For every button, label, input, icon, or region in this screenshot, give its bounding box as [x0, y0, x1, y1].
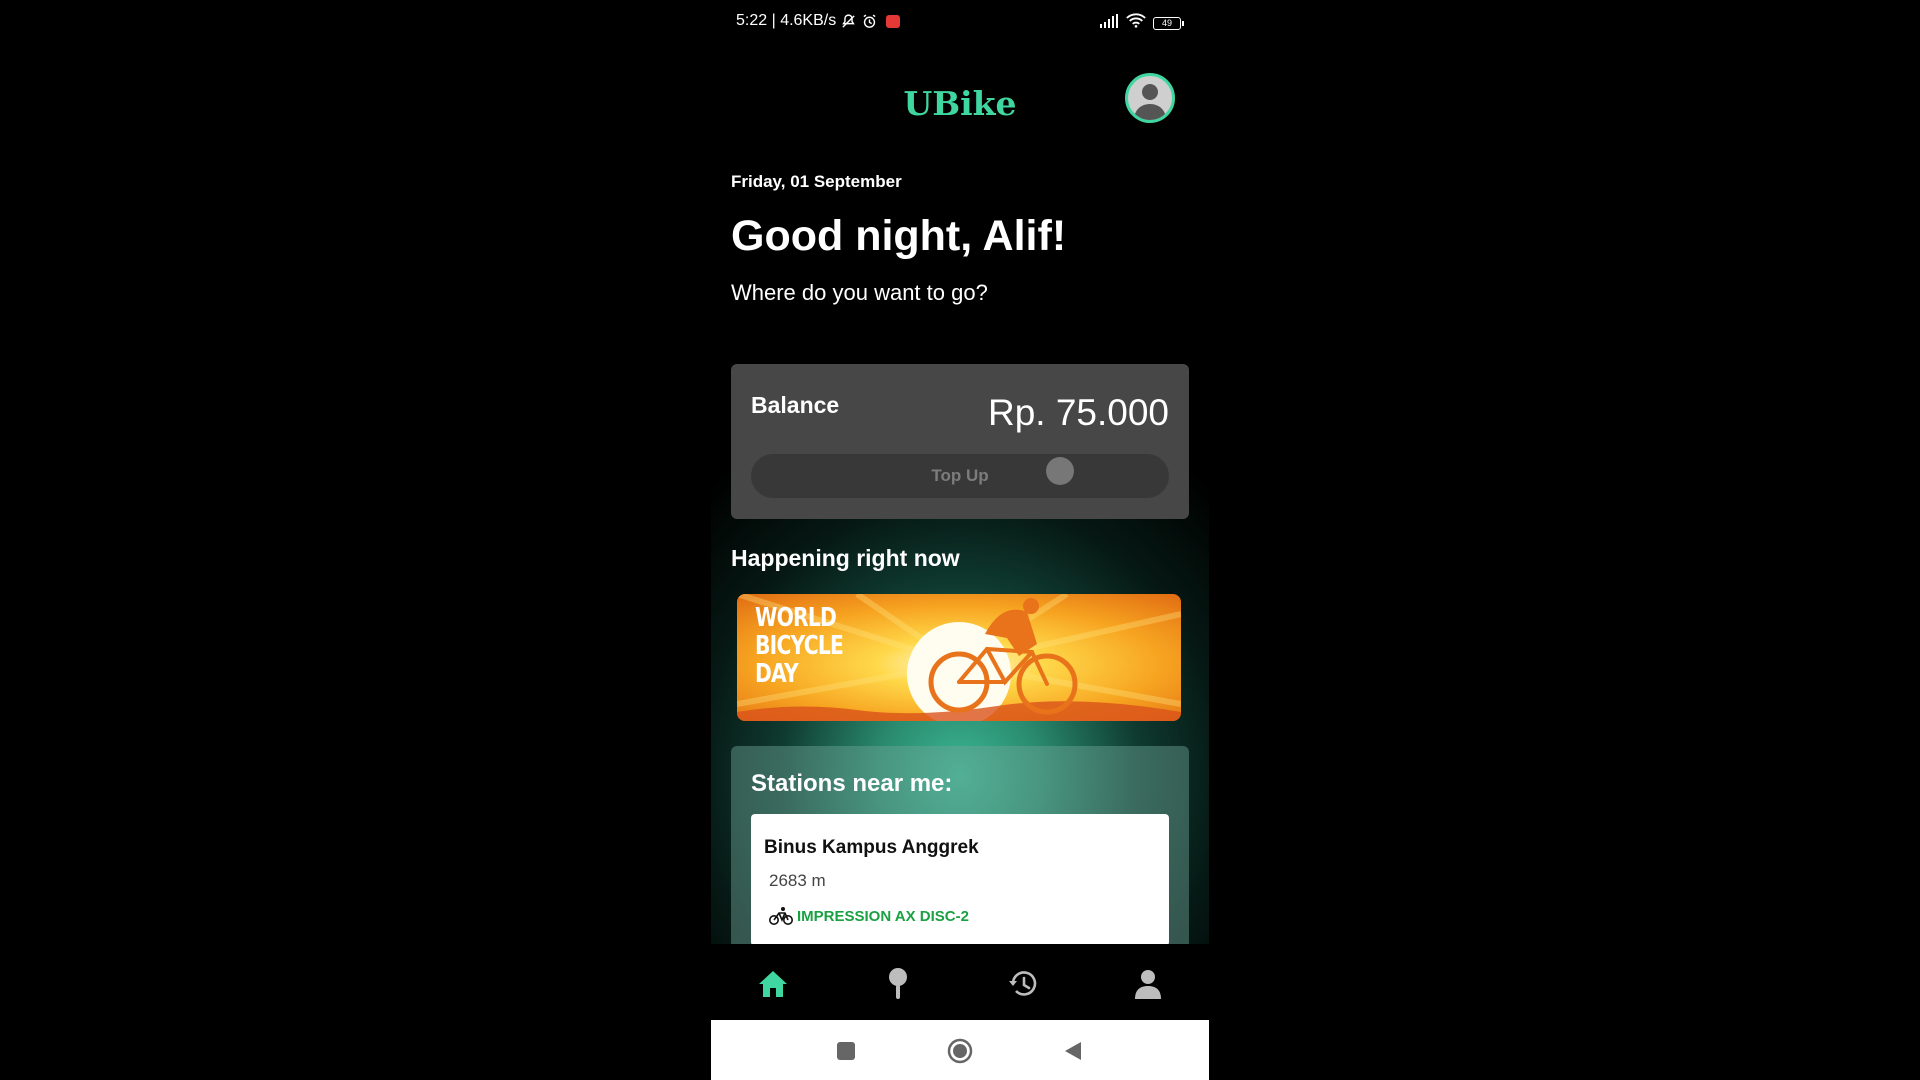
- station-bike-row: IMPRESSION AX DISC-2: [769, 906, 969, 926]
- history-icon: [1009, 971, 1037, 996]
- status-left: 5:22 | 4.6KB/s: [736, 12, 901, 30]
- profile-avatar[interactable]: [1125, 73, 1175, 123]
- home-system-button[interactable]: [947, 1038, 973, 1064]
- balance-label: Balance: [751, 392, 840, 418]
- nav-profile[interactable]: [1128, 964, 1168, 1004]
- main-content[interactable]: Balance Rp. 75.000 Top Up Happening righ…: [711, 343, 1209, 944]
- map-pin-icon: [889, 968, 907, 999]
- greeting-subtitle: Where do you want to go?: [731, 280, 988, 305]
- android-nav-bar: [711, 1020, 1209, 1080]
- recents-button[interactable]: [833, 1038, 859, 1064]
- happening-title: Happening right now: [731, 545, 960, 571]
- square-icon: [837, 1042, 855, 1060]
- date-label: Friday, 01 September: [731, 172, 902, 191]
- person-icon: [1135, 970, 1161, 999]
- avatar-person-icon: [1134, 84, 1166, 120]
- top-up-label: Top Up: [931, 466, 989, 485]
- mute-icon: [840, 13, 857, 30]
- status-right: 49: [1099, 13, 1184, 33]
- greeting-title: Good night, Alif!: [731, 212, 1067, 260]
- station-name: Binus Kampus Anggrek: [764, 837, 979, 858]
- status-bar: 5:22 | 4.6KB/s 49: [711, 0, 1209, 42]
- circle-icon: [947, 1038, 973, 1064]
- touch-indicator: [1046, 457, 1074, 485]
- back-button[interactable]: [1060, 1038, 1086, 1064]
- banner-title: WORLD BICYCLE DAY: [755, 603, 844, 689]
- signal-icon: [1099, 13, 1119, 33]
- battery-icon: 49: [1153, 16, 1184, 30]
- screen-record-icon: [886, 14, 901, 28]
- nav-map[interactable]: [878, 964, 918, 1004]
- home-icon: [759, 971, 787, 997]
- balance-value: Rp. 75.000: [987, 392, 1169, 433]
- stations-title: Stations near me:: [751, 770, 953, 797]
- balance-card: Balance Rp. 75.000 Top Up: [731, 364, 1189, 519]
- top-up-button[interactable]: Top Up: [751, 454, 1169, 498]
- nav-home[interactable]: [753, 964, 793, 1004]
- station-distance: 2683 m: [769, 871, 826, 890]
- stations-card: Stations near me: Binus Kampus Anggrek 2…: [731, 746, 1189, 944]
- event-banner[interactable]: WORLD BICYCLE DAY: [737, 594, 1181, 721]
- nav-history[interactable]: [1003, 964, 1043, 1004]
- phone-screen: 5:22 | 4.6KB/s 49 UBike Friday, 01 Septe…: [711, 0, 1209, 1080]
- status-time-speed: 5:22 | 4.6KB/s: [736, 12, 837, 29]
- back-triangle-icon: [1065, 1042, 1081, 1060]
- station-bike-label: IMPRESSION AX DISC-2: [797, 907, 969, 925]
- alarm-icon: [861, 13, 878, 30]
- wifi-icon: [1126, 13, 1146, 33]
- station-item[interactable]: Binus Kampus Anggrek 2683 m IMPRESSION A…: [751, 814, 1169, 944]
- bicycle-icon: [769, 907, 793, 925]
- bottom-nav: [711, 944, 1209, 1020]
